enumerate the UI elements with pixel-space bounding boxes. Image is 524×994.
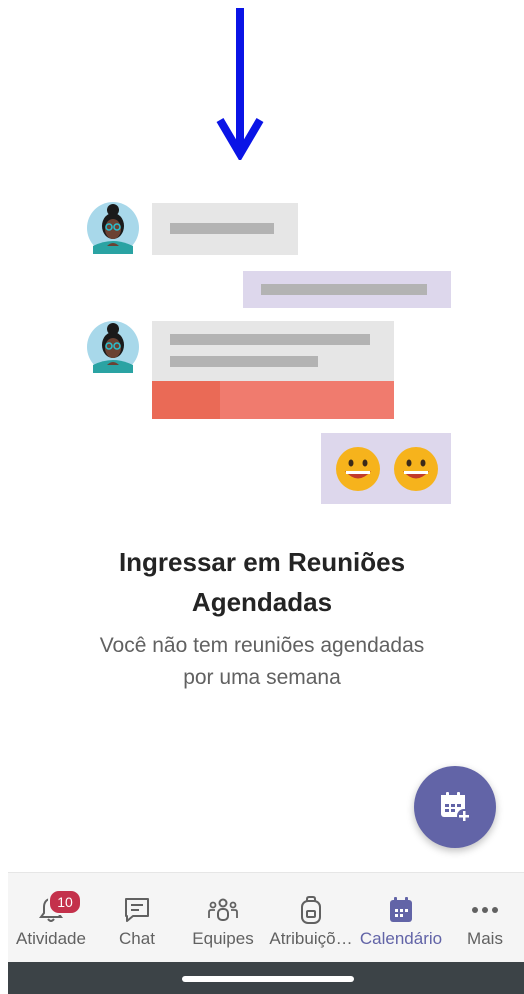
backpack-icon (301, 896, 321, 924)
nav-item-calendario[interactable]: Calendário (356, 873, 446, 963)
message-bubble (243, 271, 451, 308)
nav-label: Calendário (359, 929, 443, 948)
new-meeting-button[interactable] (414, 766, 496, 848)
chat-icon (125, 898, 149, 922)
bottom-navigation: 10 Atividade Chat Equipes Atribuiçõ… Cal… (8, 872, 524, 963)
nav-item-atribuicoes[interactable]: Atribuiçõ… (266, 873, 356, 963)
empty-state-title: Ingressar em Reuniões Agendadas (118, 547, 406, 617)
calendar-screen: Ingressar em Reuniões Agendadas Você não… (0, 0, 524, 994)
more-icon (472, 907, 498, 913)
smiley-icon (336, 447, 380, 491)
calendar-add-icon (441, 792, 471, 823)
avatar-illustration (87, 321, 139, 373)
nav-label: Equipes (192, 929, 254, 948)
system-navigation-bar (8, 962, 524, 994)
empty-state-subtitle: Você não tem reuniões agendadas por uma … (99, 634, 425, 689)
nav-item-mais[interactable]: Mais (446, 873, 524, 963)
smiley-icon (394, 447, 438, 491)
message-bubble (152, 203, 298, 255)
teams-icon (208, 898, 238, 921)
notification-badge: 10 (48, 889, 82, 915)
home-indicator[interactable] (182, 976, 354, 982)
emoji-bubble (321, 433, 451, 504)
nav-item-chat[interactable]: Chat (94, 873, 180, 963)
avatar-illustration (87, 202, 139, 254)
nav-item-equipes[interactable]: Equipes (180, 873, 266, 963)
nav-item-atividade[interactable]: 10 Atividade (8, 873, 94, 963)
nav-label: Atividade (16, 929, 86, 948)
calendar-icon (390, 897, 412, 922)
nav-label: Chat (119, 929, 155, 948)
empty-state-illustration (0, 0, 524, 520)
message-bubble (152, 321, 394, 381)
nav-label: Atribuiçõ… (269, 929, 353, 948)
attachment-bar (152, 381, 394, 419)
nav-label: Mais (467, 929, 503, 948)
